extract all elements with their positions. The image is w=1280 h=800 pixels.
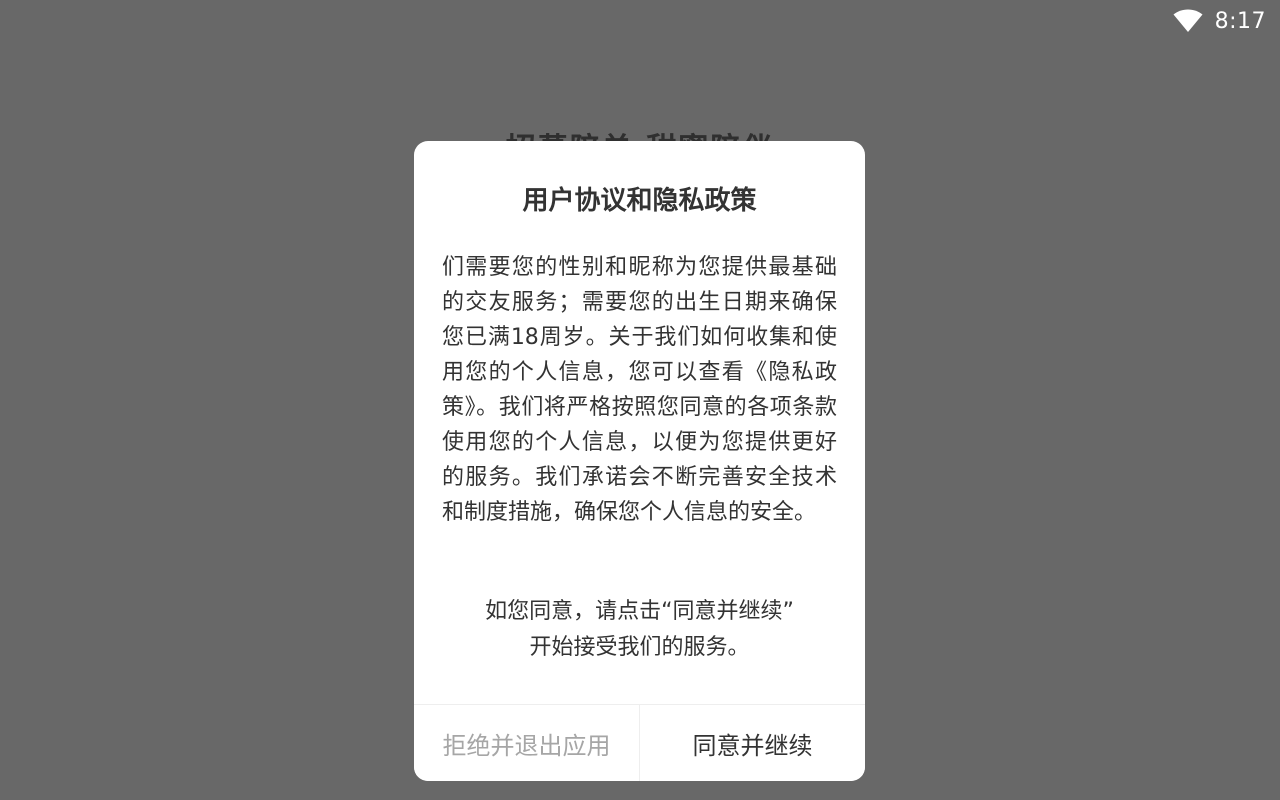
clock: 8:17 xyxy=(1214,8,1266,34)
screen: 招募陪单 甜蜜陪伴 8:17 用户协议和隐私政策 们需要您的性别和昵称为您提供最… xyxy=(0,0,1280,800)
wifi-icon xyxy=(1173,9,1203,32)
prompt-line-2: 开始接受我们的服务。 xyxy=(529,635,750,660)
dialog-prompt: 如您同意，请点击“同意并继续” 开始接受我们的服务。 xyxy=(414,594,865,666)
status-bar: 8:17 xyxy=(1173,0,1280,42)
dialog-body-text: 们需要您的性别和昵称为您提供最基础的交友服务；需要您的出生日期来确保您已满18周… xyxy=(442,255,837,525)
dialog-button-bar: 拒绝并退出应用 同意并继续 xyxy=(414,704,865,781)
prompt-line-1: 如您同意，请点击“同意并继续” xyxy=(485,599,794,624)
privacy-dialog: 用户协议和隐私政策 们需要您的性别和昵称为您提供最基础的交友服务；需要您的出生日… xyxy=(414,141,865,781)
reject-and-exit-button[interactable]: 拒绝并退出应用 xyxy=(414,705,640,781)
dialog-title: 用户协议和隐私政策 xyxy=(522,186,757,216)
agree-and-continue-button[interactable]: 同意并继续 xyxy=(640,705,865,781)
